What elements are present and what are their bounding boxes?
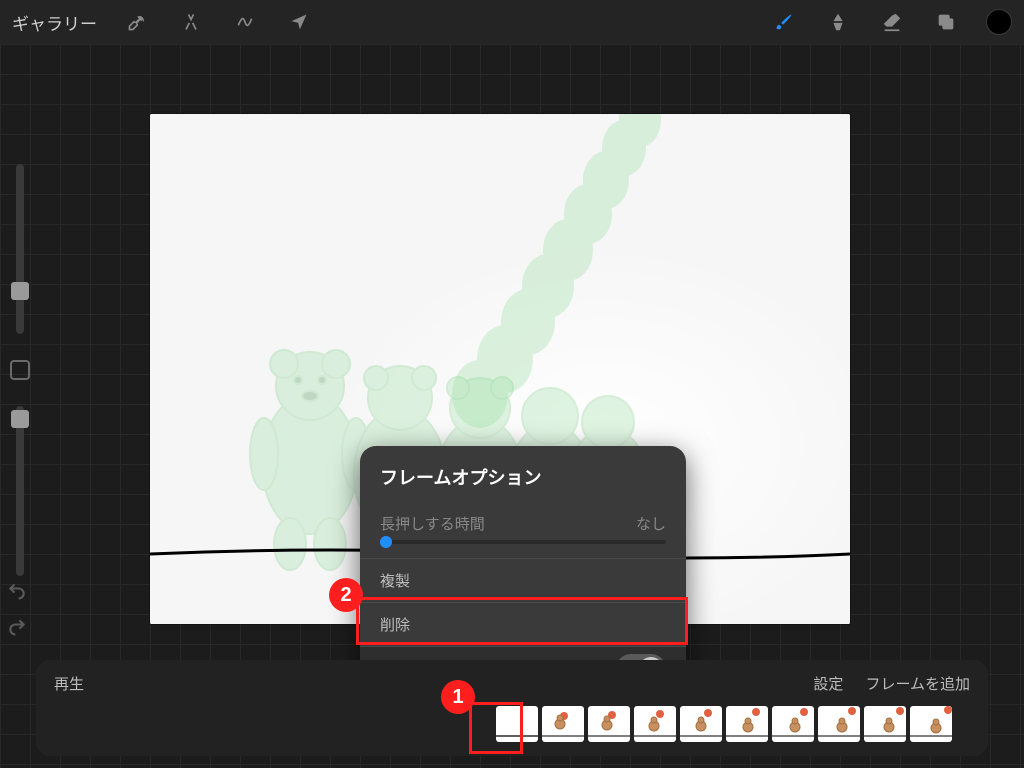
eraser-icon[interactable] xyxy=(878,8,906,36)
workspace: フレームオプション 長押しする時間 なし 複製 削除 背景 再生 設定 フレーム… xyxy=(0,44,1024,768)
top-toolbar: ギャラリー xyxy=(0,0,1024,44)
play-button[interactable]: 再生 xyxy=(54,673,84,694)
redo-button[interactable] xyxy=(6,616,28,638)
animation-bar: 再生 設定 フレームを追加 xyxy=(36,660,988,756)
delete-button[interactable]: 削除 xyxy=(360,602,686,646)
color-swatch[interactable] xyxy=(986,9,1012,35)
popover-title: フレームオプション xyxy=(360,464,686,504)
frame-thumb[interactable] xyxy=(910,706,952,742)
wrench-icon[interactable] xyxy=(123,8,151,36)
frame-thumb[interactable] xyxy=(818,706,860,742)
brush-size-slider[interactable] xyxy=(16,164,24,334)
anim-settings-button[interactable]: 設定 xyxy=(813,673,843,694)
delete-label: 削除 xyxy=(380,614,410,635)
hold-duration-label: 長押しする時間 xyxy=(380,513,485,534)
duplicate-label: 複製 xyxy=(380,570,410,591)
layers-icon[interactable] xyxy=(932,8,960,36)
hold-duration-slider[interactable] xyxy=(380,540,666,544)
modifier-button[interactable] xyxy=(10,360,30,380)
frame-thumb[interactable] xyxy=(726,706,768,742)
duplicate-button[interactable]: 複製 xyxy=(360,558,686,602)
selection-icon[interactable] xyxy=(231,8,259,36)
gallery-button[interactable]: ギャラリー xyxy=(12,10,97,35)
add-frame-button[interactable]: フレームを追加 xyxy=(865,673,970,694)
callout-badge-1: 1 xyxy=(441,680,475,714)
hold-duration-value: なし xyxy=(636,513,666,534)
side-sliders xyxy=(2,164,38,576)
frame-thumb[interactable] xyxy=(588,706,630,742)
hold-duration-row[interactable]: 長押しする時間 なし xyxy=(360,504,686,558)
frame-thumb[interactable] xyxy=(864,706,906,742)
transform-icon[interactable] xyxy=(285,8,313,36)
frame-thumb[interactable] xyxy=(496,706,538,742)
callout-badge-2: 2 xyxy=(329,578,363,612)
frame-thumb[interactable] xyxy=(772,706,814,742)
brush-icon[interactable] xyxy=(770,8,798,36)
frame-thumb[interactable] xyxy=(542,706,584,742)
frame-thumb[interactable] xyxy=(634,706,676,742)
adjust-icon[interactable] xyxy=(177,8,205,36)
smudge-icon[interactable] xyxy=(824,8,852,36)
frames-strip[interactable] xyxy=(54,696,970,744)
opacity-slider[interactable] xyxy=(16,406,24,576)
frame-options-popover: フレームオプション 長押しする時間 なし 複製 削除 背景 xyxy=(360,446,686,690)
frame-thumb[interactable] xyxy=(680,706,722,742)
undo-button[interactable] xyxy=(6,580,28,602)
